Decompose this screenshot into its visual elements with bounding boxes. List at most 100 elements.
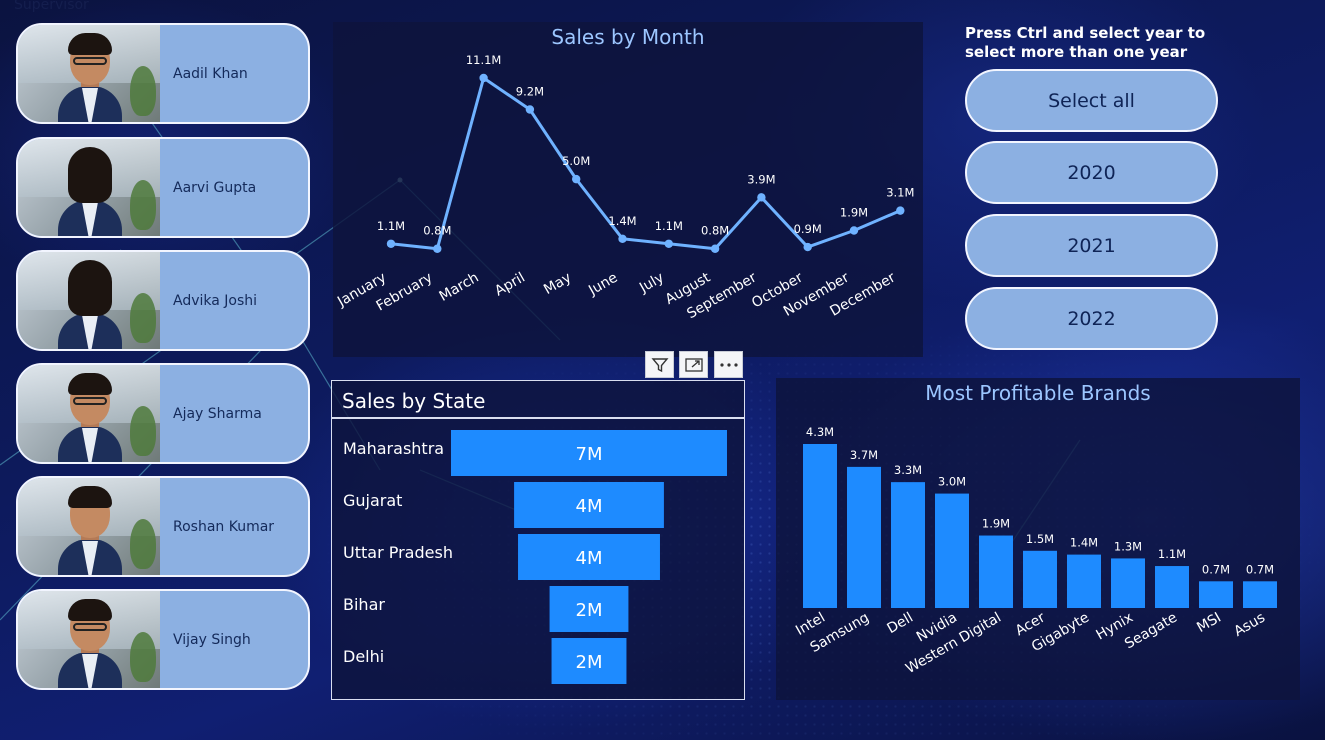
chart-title: Sales by State <box>342 389 486 413</box>
brand-bar <box>1155 566 1189 608</box>
data-point <box>433 244 442 253</box>
data-point <box>618 234 627 243</box>
brand-bar <box>1199 581 1233 608</box>
supervisor-card[interactable]: Roshan Kumar <box>16 476 310 577</box>
brand-bar <box>1023 550 1057 608</box>
x-tick-label: May <box>541 270 574 298</box>
bar-value-label: 1.5M <box>1026 532 1054 546</box>
bar-value-label: 1.3M <box>1114 539 1142 553</box>
data-point <box>710 244 720 253</box>
state-label: Gujarat <box>343 491 402 510</box>
year-option-2020[interactable]: 2020 <box>965 141 1218 204</box>
year-option-2022[interactable]: 2022 <box>965 287 1218 350</box>
brand-bar <box>803 444 837 608</box>
data-point <box>479 73 488 83</box>
data-point <box>664 239 673 248</box>
x-tick-label: June <box>585 270 620 300</box>
bar-value-label: 0.7M <box>1202 562 1230 576</box>
state-label: Maharashtra <box>343 439 444 458</box>
brand-bar <box>935 493 969 608</box>
chart-title: Sales by Month <box>551 25 705 49</box>
year-option-select-all[interactable]: Select all <box>965 69 1218 132</box>
more-options-icon[interactable] <box>714 351 743 378</box>
bar-value-label: 4.3M <box>806 425 834 439</box>
data-label: 1.4M <box>608 214 636 228</box>
supervisor-card[interactable]: Aadil Khan <box>16 23 310 124</box>
data-label: 3.1M <box>886 186 914 200</box>
data-point <box>896 206 905 215</box>
supervisor-card[interactable]: Advika Joshi <box>16 250 310 351</box>
brand-bar <box>847 466 881 608</box>
slicer-hint: Press Ctrl and select year to select mor… <box>965 24 1206 61</box>
year-option-2021[interactable]: 2021 <box>965 214 1218 277</box>
data-label: 3.9M <box>747 172 775 186</box>
data-point <box>572 174 581 184</box>
bar-value-label: 4M <box>576 496 603 517</box>
sales-line <box>389 76 902 251</box>
supervisor-card[interactable]: Ajay Sharma <box>16 363 310 464</box>
supervisor-name: Ajay Sharma <box>173 405 262 422</box>
bar-value-label: 0.7M <box>1246 562 1274 576</box>
data-label: 9.2M <box>516 84 544 98</box>
data-label: 11.1M <box>466 53 502 67</box>
supervisor-card[interactable]: Vijay Singh <box>16 589 310 690</box>
filter-icon[interactable] <box>645 351 674 378</box>
portrait-photo <box>18 591 160 688</box>
data-point <box>849 226 859 235</box>
profitable-brands-panel[interactable]: Most Profitable Brands 4.3M Intel 3.7M Sams… <box>776 378 1300 700</box>
x-tick-label: March <box>437 270 482 305</box>
bar-value-label: 2M <box>576 652 603 673</box>
title-divider <box>332 417 744 419</box>
x-tick-label: April <box>492 270 528 300</box>
bar-value-label: 2M <box>576 600 603 621</box>
data-label: 0.8M <box>423 224 451 238</box>
supervisor-name: Vijay Singh <box>173 631 251 648</box>
bar-value-label: 4M <box>576 548 603 569</box>
supervisor-heading: Supervisor <box>14 0 89 13</box>
sales-by-month-panel[interactable]: Sales by Month 1.1M January 0.8M February 11… <box>333 22 923 357</box>
portrait-photo <box>18 252 160 349</box>
sales-by-month-chart: 1.1MJanuary0.8MFebruary11.1MMarch9.2MApr… <box>334 53 914 322</box>
profitable-brands-chart: 4.3MIntel3.7MSamsung3.3MDell3.0MNvidia1.… <box>793 425 1277 677</box>
brand-bar <box>891 482 925 608</box>
bar-value-label: 1.1M <box>1158 547 1186 561</box>
bar-value-label: 3.3M <box>894 463 922 477</box>
brand-bar <box>1111 558 1145 608</box>
state-label: Delhi <box>343 647 384 666</box>
supervisor-name: Roshan Kumar <box>173 518 275 535</box>
data-point <box>525 105 535 114</box>
data-label: 0.8M <box>701 224 729 238</box>
bar-value-label: 1.4M <box>1070 536 1098 550</box>
data-point <box>386 239 396 248</box>
sales-by-state-panel[interactable]: Sales by State 7M Maharashtra 4M Gujarat 4M U… <box>331 380 745 700</box>
data-label: 1.9M <box>840 206 868 220</box>
data-point <box>757 193 766 202</box>
portrait-photo <box>18 478 160 575</box>
data-label: 5.0M <box>562 154 590 168</box>
bar-value-label: 1.9M <box>982 517 1010 531</box>
brand-bar <box>979 535 1013 608</box>
supervisor-name: Advika Joshi <box>173 292 258 309</box>
bar-value-label: 7M <box>576 444 603 465</box>
focus-mode-icon[interactable] <box>679 351 708 378</box>
data-point <box>803 242 812 252</box>
x-tick-label: Asus <box>1231 610 1268 640</box>
supervisor-name: Aarvi Gupta <box>173 179 257 196</box>
x-tick-label: MSI <box>1194 610 1224 636</box>
state-label: Bihar <box>343 595 385 614</box>
data-label: 0.9M <box>794 222 822 236</box>
data-label: 1.1M <box>655 219 683 233</box>
brand-bar <box>1067 554 1101 608</box>
supervisor-name: Aadil Khan <box>173 65 248 82</box>
brand-bar <box>1243 581 1277 608</box>
sales-by-state-chart: 7M Maharashtra 4M Gujarat 4M Uttar Pradesh 2M B… <box>343 430 727 684</box>
portrait-photo <box>18 365 160 462</box>
bar-value-label: 3.0M <box>938 475 966 489</box>
chart-title: Most Profitable Brands <box>925 381 1151 405</box>
supervisor-card[interactable]: Aarvi Gupta <box>16 137 310 238</box>
data-label: 1.1M <box>377 219 405 233</box>
x-tick-label: Dell <box>884 610 916 637</box>
state-label: Uttar Pradesh <box>343 543 453 562</box>
bar-value-label: 3.7M <box>850 448 878 462</box>
portrait-photo <box>18 139 160 236</box>
